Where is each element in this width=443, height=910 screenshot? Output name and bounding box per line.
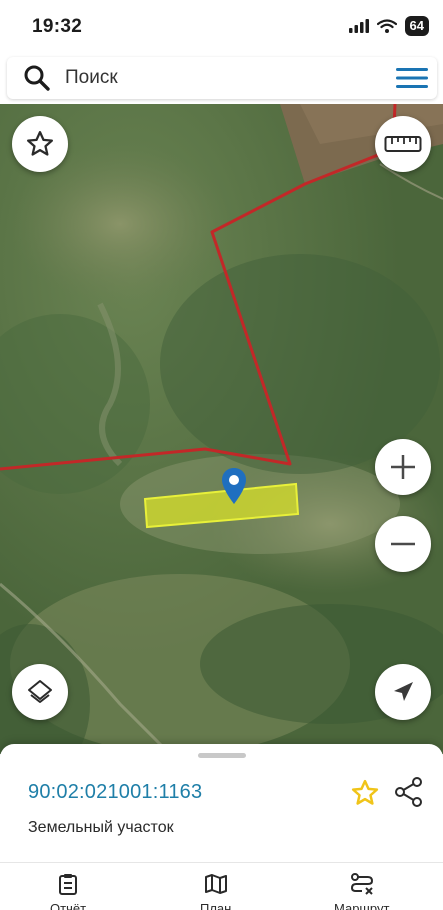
- layers-icon: [28, 680, 52, 703]
- status-time: 19:32: [32, 16, 83, 37]
- navigation-arrow-icon: [394, 682, 413, 701]
- report-icon: [59, 874, 78, 895]
- cadastral-number[interactable]: 90:02:021001:1163: [28, 781, 202, 804]
- location-marker-icon[interactable]: [221, 467, 247, 505]
- wifi-icon: [376, 19, 397, 33]
- search-bar[interactable]: Поиск: [7, 57, 437, 99]
- tab-bar: Отчёт План Маршрут: [0, 862, 443, 910]
- sheet-drag-handle[interactable]: [198, 753, 246, 758]
- satellite-map[interactable]: [0, 104, 443, 754]
- parcel-type: Земельный участок: [28, 819, 174, 836]
- zoom-in-icon: [391, 455, 415, 479]
- tab-label: План: [200, 901, 232, 910]
- satellite-imagery[interactable]: [0, 104, 443, 754]
- zoom-out-button[interactable]: [375, 516, 431, 572]
- zoom-out-icon: [391, 542, 415, 546]
- favorite-star-icon[interactable]: [350, 778, 380, 808]
- status-icons: 64: [348, 16, 429, 36]
- layers-button[interactable]: [12, 664, 68, 720]
- search-input[interactable]: Поиск: [65, 67, 118, 89]
- favorite-star-icon: [27, 131, 53, 156]
- status-bar: 19:32 64: [0, 0, 443, 56]
- my-location-button[interactable]: [375, 664, 431, 720]
- search-icon[interactable]: [23, 64, 51, 92]
- zoom-in-button[interactable]: [375, 439, 431, 495]
- tab-plan[interactable]: План: [200, 873, 231, 910]
- tab-label: Отчёт: [50, 901, 87, 910]
- battery-icon: 64: [404, 16, 429, 36]
- menu-icon[interactable]: [395, 66, 429, 90]
- tab-route[interactable]: Маршрут: [334, 873, 389, 910]
- favorites-button[interactable]: [12, 116, 68, 172]
- signal-icon: [348, 19, 369, 33]
- tab-report[interactable]: Отчёт: [50, 873, 86, 910]
- map-plan-icon: [204, 874, 227, 894]
- route-icon: [350, 873, 373, 895]
- measure-button[interactable]: [375, 116, 431, 172]
- ruler-icon: [384, 136, 422, 152]
- tab-label: Маршрут: [334, 901, 390, 910]
- share-icon[interactable]: [394, 776, 424, 808]
